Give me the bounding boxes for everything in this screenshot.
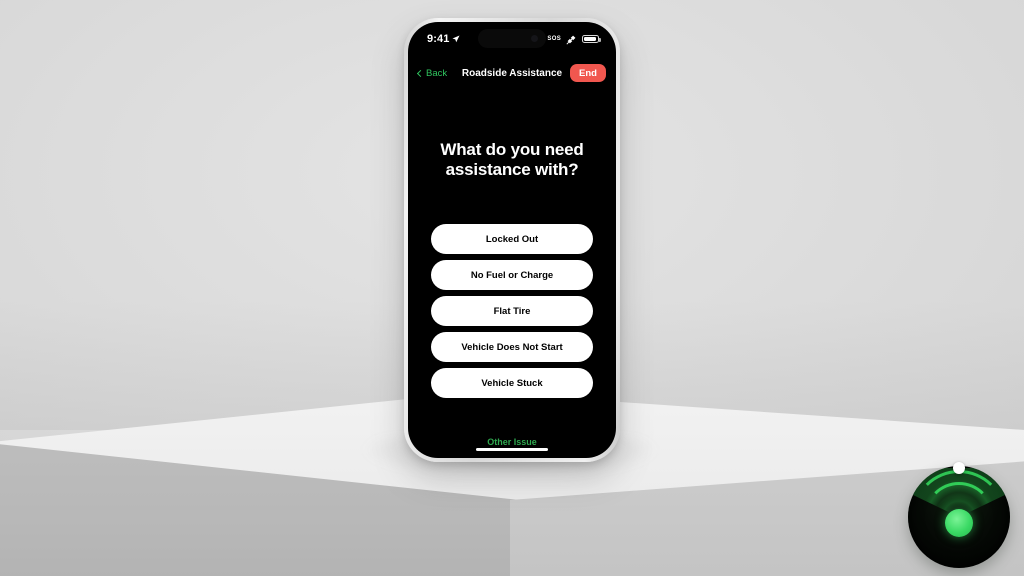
status-time-label: 9:41 — [427, 33, 450, 45]
back-button-label: Back — [426, 67, 448, 79]
nav-bar: Back Roadside Assistance End — [408, 60, 616, 86]
assistance-heading: What do you need assistance with? — [440, 140, 584, 180]
battery-icon — [582, 35, 601, 43]
status-bar-indicators: SOS — [547, 34, 601, 45]
sos-icon: SOS — [547, 36, 561, 42]
satellite-connection-indicator[interactable] — [908, 462, 1010, 568]
option-no-fuel-or-charge[interactable]: No Fuel or Charge — [431, 260, 593, 290]
satellite-target-dot[interactable] — [953, 462, 965, 474]
end-button[interactable]: End — [570, 64, 606, 82]
dynamic-island — [478, 29, 546, 48]
option-vehicle-does-not-start[interactable]: Vehicle Does Not Start — [431, 332, 593, 362]
other-issue-link[interactable]: Other Issue — [408, 437, 616, 447]
front-camera-lens — [531, 35, 538, 42]
satellite-center-dot — [945, 509, 973, 538]
assistance-options-list: Locked Out No Fuel or Charge Flat Tire V… — [431, 224, 593, 398]
status-bar-time-group: 9:41 — [427, 33, 460, 45]
location-arrow-icon — [452, 35, 460, 43]
scene-backdrop: 9:41 SOS Back Roadside Assistance End Wh… — [0, 0, 1024, 576]
back-button[interactable]: Back — [416, 67, 448, 79]
option-locked-out[interactable]: Locked Out — [431, 224, 593, 254]
option-flat-tire[interactable]: Flat Tire — [431, 296, 593, 326]
phone-screen: 9:41 SOS Back Roadside Assistance End Wh… — [408, 22, 616, 458]
chevron-left-icon — [416, 69, 425, 77]
satellite-icon — [566, 35, 576, 45]
home-indicator[interactable] — [476, 447, 548, 451]
phone-device: 9:41 SOS Back Roadside Assistance End Wh… — [404, 18, 620, 462]
option-vehicle-stuck[interactable]: Vehicle Stuck — [431, 368, 593, 398]
